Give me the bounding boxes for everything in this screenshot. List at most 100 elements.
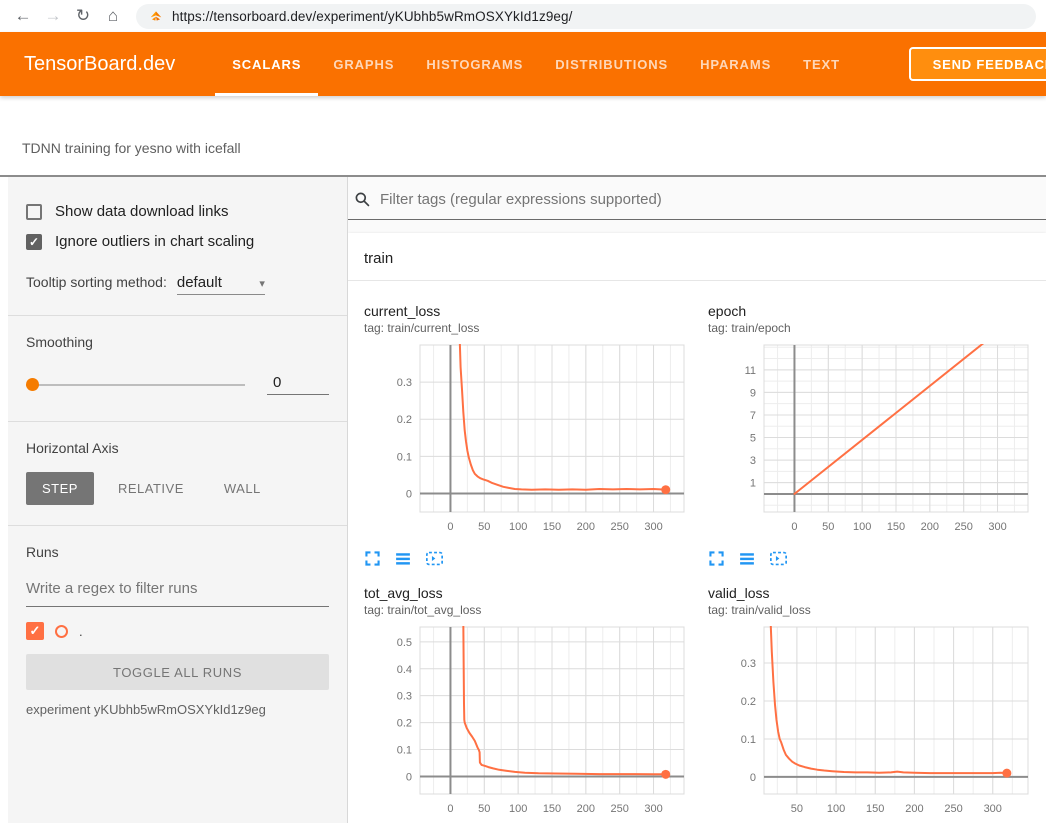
svg-text:11: 11 [745, 365, 756, 377]
expand-chart-icon[interactable] [364, 550, 381, 567]
experiment-title-band: TDNN training for yesno with icefall [0, 96, 1046, 177]
main-panel: Filter tags (regular expressions support… [348, 177, 1046, 823]
chart-cell-epoch: epochtag: train/epoch0501001502002503001… [708, 303, 1038, 567]
svg-text:0.3: 0.3 [741, 658, 756, 670]
toggle-all-runs-button[interactable]: TOGGLE ALL RUNS [26, 654, 329, 690]
expand-chart-icon[interactable] [708, 550, 725, 567]
run-color-swatch-icon [55, 625, 68, 638]
run-checkbox-checked[interactable]: ✓ [26, 622, 44, 640]
log-scale-icon[interactable] [394, 550, 412, 567]
svg-text:0: 0 [447, 803, 453, 815]
tab-scalars[interactable]: SCALARS [229, 32, 304, 96]
svg-text:0: 0 [406, 771, 412, 783]
svg-text:3: 3 [750, 455, 756, 467]
axis-wall-button[interactable]: WALL [208, 472, 277, 505]
tooltip-sorting-select[interactable]: default ▾ [177, 274, 265, 295]
log-scale-icon[interactable] [738, 550, 756, 567]
chart-plot-current_loss[interactable]: 05010015020025030000.10.20.3 [364, 340, 694, 545]
tab-bar: SCALARS GRAPHS HISTOGRAMS DISTRIBUTIONS … [229, 32, 843, 96]
run-name: . [79, 624, 83, 639]
tab-graphs[interactable]: GRAPHS [330, 32, 397, 96]
svg-text:50: 50 [478, 803, 490, 815]
svg-text:250: 250 [611, 521, 629, 533]
fit-domain-icon[interactable] [425, 550, 444, 567]
smoothing-slider[interactable] [26, 384, 245, 386]
checkbox-checked-icon[interactable]: ✓ [26, 234, 42, 250]
svg-text:100: 100 [509, 803, 527, 815]
tab-text[interactable]: TEXT [800, 32, 843, 96]
svg-text:200: 200 [905, 803, 923, 815]
svg-text:200: 200 [577, 521, 595, 533]
svg-text:0.1: 0.1 [397, 745, 412, 757]
axis-relative-button[interactable]: RELATIVE [102, 472, 200, 505]
address-bar[interactable]: https://tensorboard.dev/experiment/yKUbh… [136, 4, 1036, 29]
svg-text:250: 250 [611, 803, 629, 815]
svg-text:100: 100 [853, 521, 871, 533]
svg-text:100: 100 [509, 521, 527, 533]
runs-label: Runs [26, 544, 329, 560]
back-icon[interactable]: ← [10, 3, 36, 29]
url-text: https://tensorboard.dev/experiment/yKUbh… [172, 9, 573, 24]
chart-cell-tot_avg_loss: tot_avg_losstag: train/tot_avg_loss05010… [364, 585, 694, 823]
chart-tag: tag: train/valid_loss [708, 603, 1038, 617]
runs-filter-input[interactable]: Write a regex to filter runs [26, 580, 329, 607]
fit-domain-icon[interactable] [769, 550, 788, 567]
svg-text:5: 5 [750, 433, 756, 445]
svg-text:250: 250 [955, 521, 973, 533]
svg-text:150: 150 [543, 521, 561, 533]
smoothing-slider-knob[interactable] [26, 378, 39, 391]
smoothing-value-input[interactable]: 0 [267, 374, 329, 395]
svg-text:1: 1 [750, 478, 756, 490]
tab-distributions[interactable]: DISTRIBUTIONS [552, 32, 671, 96]
svg-text:150: 150 [887, 521, 905, 533]
tooltip-sorting-value: default [177, 274, 222, 291]
svg-text:0.1: 0.1 [397, 451, 412, 463]
forward-icon[interactable]: → [40, 3, 66, 29]
chart-cell-valid_loss: valid_losstag: train/valid_loss501001502… [708, 585, 1038, 823]
axis-step-button[interactable]: STEP [26, 472, 94, 505]
section-header-train[interactable]: train [348, 233, 1046, 281]
brand-logo[interactable]: TensorBoard.dev [24, 53, 175, 76]
svg-text:50: 50 [822, 521, 834, 533]
tab-hparams[interactable]: HPARAMS [697, 32, 774, 96]
chart-cell-current_loss: current_loss tag: train/current_loss 0 50 10… [364, 303, 694, 567]
chart-actions [364, 550, 694, 567]
chevron-down-icon: ▾ [259, 277, 265, 290]
svg-text:0.1: 0.1 [741, 734, 756, 746]
chart-title: current_loss [364, 303, 694, 319]
home-icon[interactable]: ⌂ [100, 3, 126, 29]
chart-tag: tag: train/epoch [708, 321, 1038, 335]
svg-text:50: 50 [478, 521, 490, 533]
filter-tags-input[interactable]: Filter tags (regular expressions support… [348, 185, 1046, 220]
chart-tag: tag: train/current_loss [364, 321, 694, 335]
filter-tags-placeholder: Filter tags (regular expressions support… [380, 191, 662, 208]
chart-title: tot_avg_loss [364, 585, 694, 601]
train-section-card: train current_loss tag: train/current_los… [348, 233, 1046, 823]
svg-text:9: 9 [750, 387, 756, 399]
show-download-links-checkbox-row[interactable]: Show data download links [26, 203, 329, 220]
svg-text:0.3: 0.3 [397, 377, 412, 389]
reload-icon[interactable]: ↻ [70, 3, 96, 29]
svg-text:150: 150 [866, 803, 884, 815]
svg-text:200: 200 [577, 803, 595, 815]
chart-plot-valid_loss[interactable]: 5010015020025030000.10.20.3 [708, 622, 1038, 823]
svg-text:50: 50 [791, 803, 803, 815]
chart-plot-epoch[interactable]: 0501001502002503001357911 [708, 340, 1038, 545]
svg-text:200: 200 [921, 521, 939, 533]
show-download-links-label: Show data download links [55, 203, 228, 220]
horizontal-axis-label: Horizontal Axis [26, 440, 329, 456]
charts-grid: current_losstag: train/current_loss05010… [348, 281, 1046, 823]
svg-text:100: 100 [827, 803, 845, 815]
send-feedback-button[interactable]: SEND FEEDBACK [909, 47, 1046, 81]
ignore-outliers-checkbox-row[interactable]: ✓ Ignore outliers in chart scaling [26, 233, 329, 250]
chart-plot-tot_avg_loss[interactable]: 05010015020025030000.10.20.30.40.5 [364, 622, 694, 823]
svg-text:0.2: 0.2 [397, 718, 412, 730]
tab-histograms[interactable]: HISTOGRAMS [423, 32, 526, 96]
svg-text:0: 0 [406, 488, 412, 500]
experiment-id-label: experiment yKUbhb5wRmOSXYkId1z9eg [26, 702, 329, 717]
checkbox-unchecked-icon[interactable] [26, 204, 42, 220]
settings-sidebar: Show data download links ✓ Ignore outlie… [0, 177, 348, 823]
svg-text:7: 7 [750, 410, 756, 422]
svg-text:0.5: 0.5 [397, 637, 412, 649]
runs-filter-placeholder: Write a regex to filter runs [26, 580, 197, 597]
